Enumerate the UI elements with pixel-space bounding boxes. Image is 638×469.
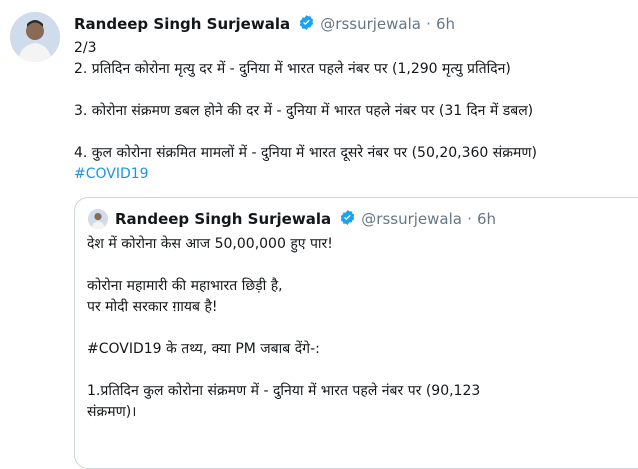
tweet-text-line: 2/3	[74, 40, 97, 56]
tweet-text: 2/3 2. प्रतिदिन कोरोना मृत्यु दर में - द…	[74, 38, 634, 185]
author-avatar[interactable]	[10, 12, 60, 62]
tweet-text-line: 2. प्रतिदिन कोरोना मृत्यु दर में - दुनिय…	[74, 61, 511, 77]
tweet-header: Randeep Singh Surjewala @rssurjewala · 6…	[74, 14, 455, 34]
tweet-timestamp[interactable]: 6h	[436, 15, 455, 33]
quoted-tweet[interactable]: Randeep Singh Surjewala @rssurjewala · 6…	[74, 197, 638, 469]
tweet-text-line: 3. कोरोना संक्रमण डबल होने की दर में - द…	[74, 103, 534, 119]
quoted-text-line: पर मोदी सरकार ग़ायब है!	[87, 299, 218, 315]
quoted-tweet-timestamp: 6h	[476, 210, 496, 228]
quoted-text-line: #COVID19 के तथ्य, क्या PM जबाब देंगे-:	[87, 341, 320, 357]
quoted-text-line: संक्रमण)।	[87, 404, 137, 420]
tweet[interactable]: Randeep Singh Surjewala @rssurjewala · 6…	[0, 0, 638, 469]
verified-badge-icon	[339, 209, 356, 230]
quoted-text-line: कोरोना महामारी की महाभारत छिड़ी है,	[87, 278, 283, 294]
quoted-author-name: Randeep Singh Surjewala	[115, 210, 332, 228]
separator-dot: ·	[426, 15, 431, 33]
separator-dot: ·	[467, 210, 472, 228]
quoted-tweet-text: देश में कोरोना केस आज 50,00,000 हुए पार!…	[87, 234, 638, 423]
verified-badge-icon	[298, 14, 315, 35]
quoted-text-line: 1.प्रतिदिन कुल कोरोना संक्रमण में - दुनि…	[87, 383, 481, 399]
quoted-author-handle: @rssurjewala	[361, 210, 462, 228]
quoted-tweet-header: Randeep Singh Surjewala @rssurjewala · 6…	[115, 209, 496, 230]
hashtag-link[interactable]: #COVID19	[74, 164, 634, 185]
author-name[interactable]: Randeep Singh Surjewala	[74, 15, 290, 33]
quoted-text-line: देश में कोरोना केस आज 50,00,000 हुए पार!	[87, 236, 333, 252]
quoted-author-avatar	[88, 209, 108, 229]
tweet-text-line: 4. कुल कोरोना संक्रमित मामलों में - दुनि…	[74, 145, 537, 161]
author-handle[interactable]: @rssurjewala	[320, 15, 421, 33]
